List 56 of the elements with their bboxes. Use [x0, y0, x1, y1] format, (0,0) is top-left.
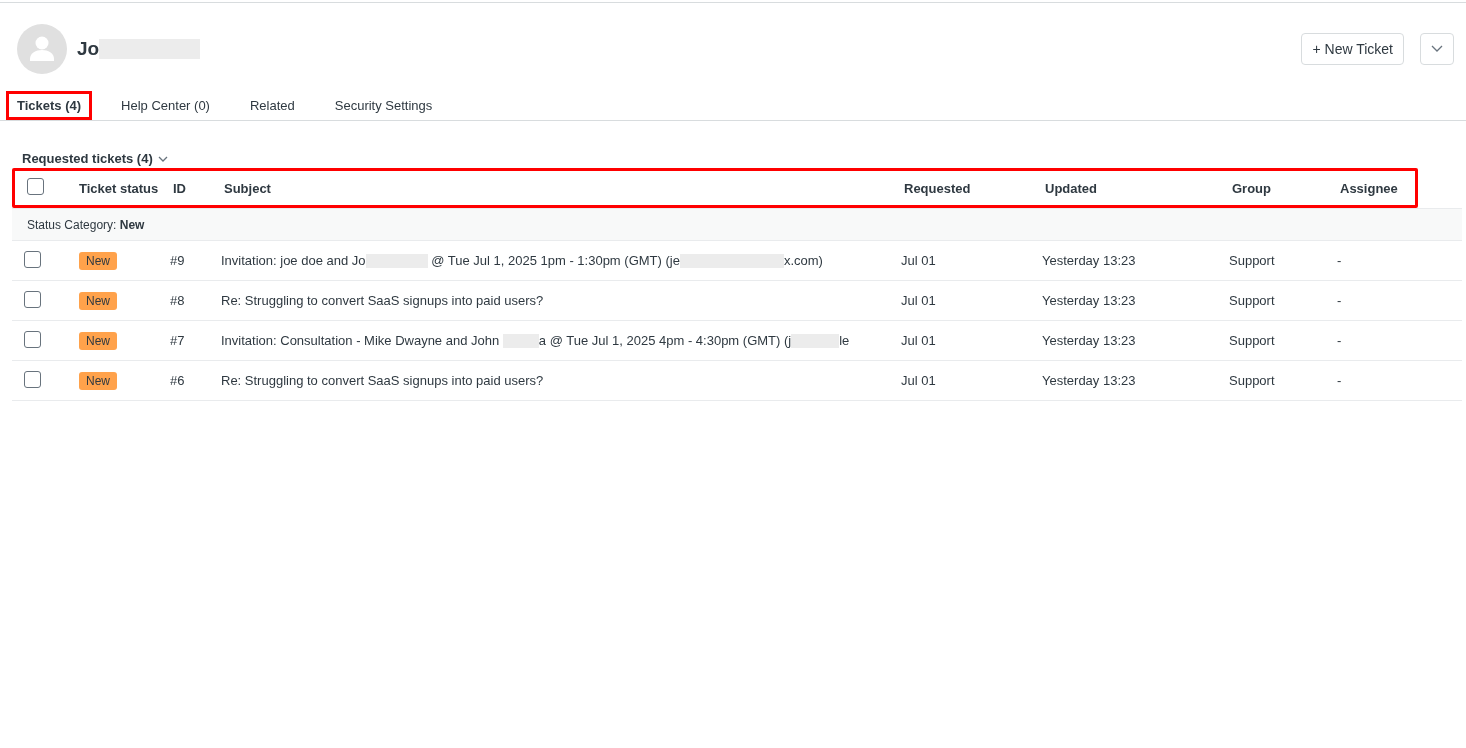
tab[interactable]: Related — [238, 91, 306, 120]
tab[interactable]: Tickets (4) — [6, 91, 93, 120]
status-badge: New — [79, 331, 117, 350]
select-all-checkbox[interactable] — [27, 177, 44, 195]
row-checkbox[interactable] — [24, 250, 41, 268]
section-toggle[interactable]: Requested tickets (4) — [22, 151, 168, 166]
ticket-subject: @ Tue Jul 1, 2025 1pm - 1:30pm (GMT) (je — [430, 252, 680, 268]
group-name: Support — [1229, 333, 1276, 348]
column-header[interactable]: Assignee — [1340, 180, 1415, 196]
ticket-subject: Re: Struggling to convert SaaS signups into paid users? — [221, 373, 544, 388]
ticket-subject: Invitation: Consultation - Mike Dwayne and John — [221, 332, 501, 348]
status-badge: New — [79, 371, 117, 390]
updated-time: Yesterday 13:23 — [1042, 293, 1137, 308]
updated-time: Yesterday 13:23 — [1042, 373, 1137, 388]
group-name: Support — [1229, 373, 1276, 388]
assignee: - — [1337, 373, 1343, 388]
caret-icon — [157, 155, 168, 162]
assignee: - — [1337, 293, 1343, 308]
ticket-subject: x.com) — [783, 252, 823, 268]
ticket-id: #6 — [170, 373, 186, 388]
status-badge: New — [79, 251, 117, 270]
requested-date: Jul 01 — [901, 373, 937, 388]
ticket-subject: Re: Struggling to convert SaaS signups into paid users? — [221, 293, 544, 308]
new-ticket-button[interactable]: + New Ticket — [1301, 33, 1404, 65]
column-header[interactable]: Requested — [904, 180, 1045, 196]
ticket-id: #7 — [170, 333, 186, 348]
caret-icon — [1431, 45, 1443, 53]
updated-time: Yesterday 13:23 — [1042, 253, 1137, 268]
requested-date: Jul 01 — [901, 253, 937, 268]
column-header[interactable]: Group — [1232, 180, 1340, 196]
group-label: Status Category: — [27, 217, 118, 232]
row-checkbox[interactable] — [24, 290, 41, 308]
assignee: - — [1337, 253, 1343, 268]
avatar-icon — [17, 24, 67, 74]
group-value: New — [119, 217, 145, 232]
ticket-id: #8 — [170, 293, 186, 308]
assignee: - — [1337, 333, 1343, 348]
column-header[interactable]: Subject — [224, 180, 904, 196]
column-header[interactable]: ID — [173, 180, 224, 196]
ticket-subject: le — [839, 332, 850, 348]
requested-date: Jul 01 — [901, 293, 937, 308]
tab[interactable]: Security Settings — [323, 91, 444, 120]
column-header[interactable]: Updated — [1045, 180, 1232, 196]
tab[interactable]: Help Center (0) — [110, 91, 221, 120]
user-name: Jo — [77, 38, 100, 60]
group-name: Support — [1229, 253, 1276, 268]
group-name: Support — [1229, 293, 1276, 308]
column-header[interactable]: Ticket status — [79, 180, 173, 196]
updated-time: Yesterday 13:23 — [1042, 333, 1137, 348]
row-checkbox[interactable] — [24, 330, 41, 348]
ticket-id: #9 — [170, 253, 186, 268]
requested-date: Jul 01 — [901, 333, 937, 348]
row-checkbox[interactable] — [24, 370, 41, 388]
ticket-subject: Invitation: joe doe and Jo — [221, 252, 366, 268]
status-badge: New — [79, 291, 117, 310]
ticket-subject: a @ Tue Jul 1, 2025 4pm - 4:30pm (GMT) (j — [538, 332, 792, 348]
